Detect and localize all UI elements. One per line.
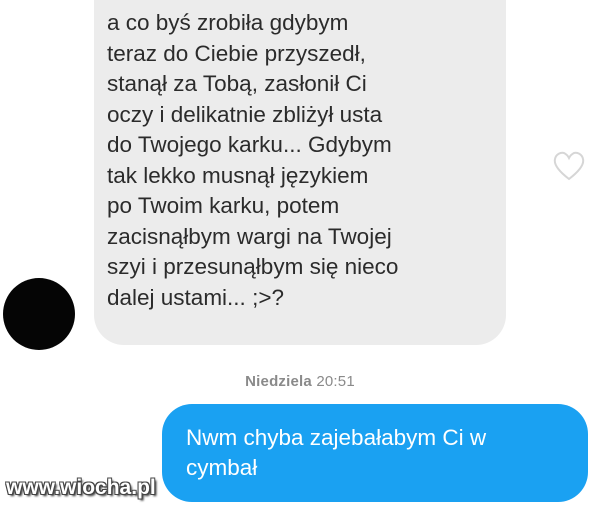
outgoing-message-text: Nwm chyba zajebałabym Ci w cymbał [186,425,487,480]
site-watermark: www.wiocha.pl [6,476,156,499]
incoming-message-text: a co byś zrobiła gdybym teraz do Ciebie … [107,10,399,310]
avatar[interactable] [3,278,75,350]
timestamp-time: 20:51 [316,373,355,390]
timestamp-day: Niedziela [245,373,312,390]
message-timestamp: Niedziela 20:51 [0,373,600,390]
heart-outline-icon[interactable] [552,150,586,182]
